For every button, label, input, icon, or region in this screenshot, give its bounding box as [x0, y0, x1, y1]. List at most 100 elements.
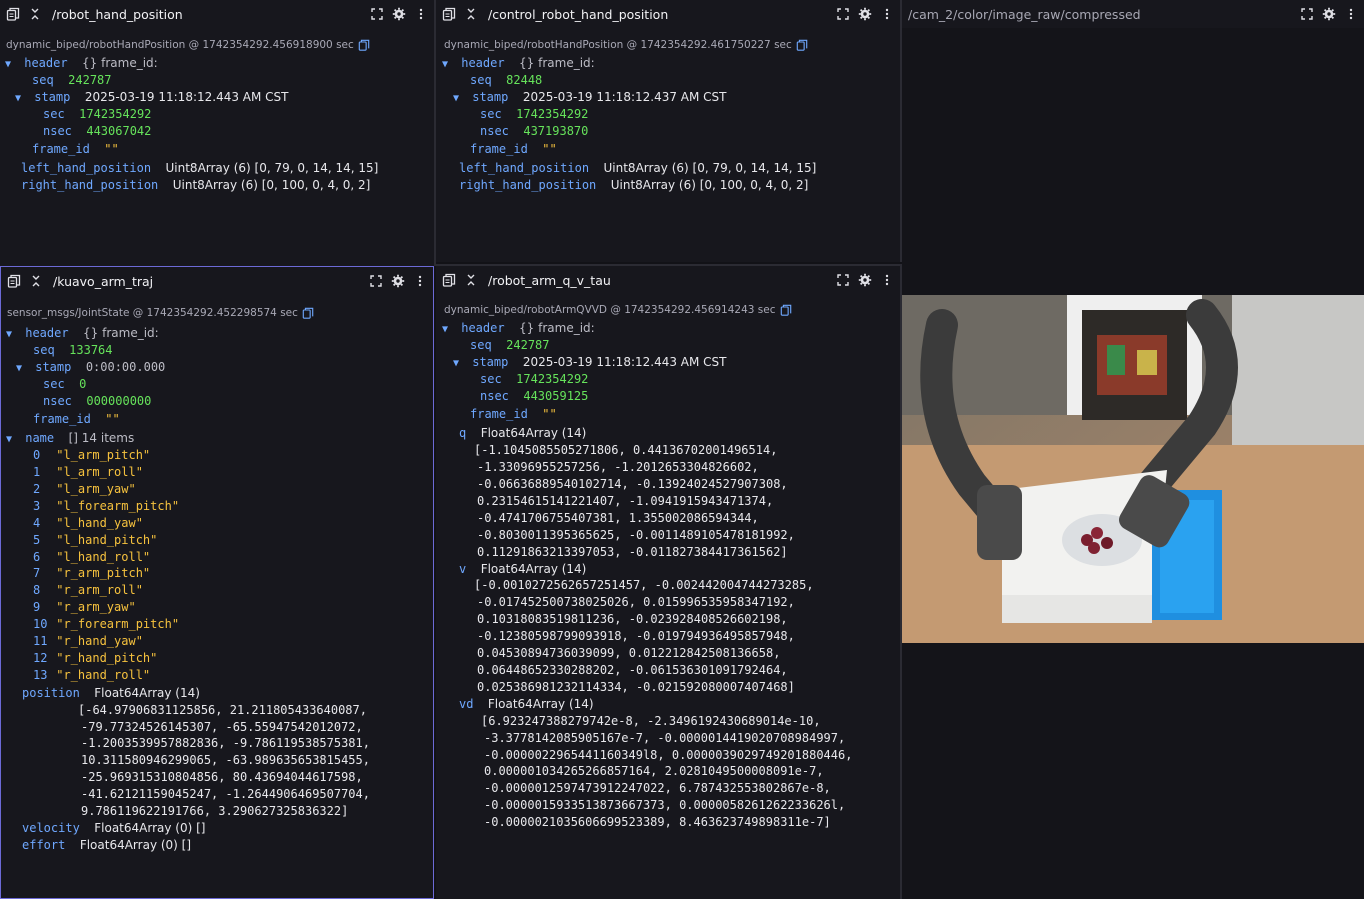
array-line: 0.23154615141221407, -1.0941915943471374… [477, 493, 774, 508]
fullscreen-icon[interactable] [836, 273, 850, 287]
field-v[interactable]: v [459, 562, 466, 576]
schema-timestamp: sensor_msgs/JointState @ 1742354292.4522… [7, 307, 298, 319]
field-seq[interactable]: seq [33, 343, 55, 357]
field-left-hand-position[interactable]: left_hand_position [21, 161, 151, 175]
q-type: Float64Array (14) [480, 426, 587, 441]
copy-icon[interactable] [302, 307, 314, 319]
array-line: -3.3778142085905167e-7, -0.0000014419020… [484, 730, 846, 745]
field-sec[interactable]: sec [43, 377, 65, 391]
frame-id-value: "" [105, 412, 120, 427]
field-effort[interactable]: effort [22, 838, 65, 852]
array-line: [-1.1045085505271806, 0.4413670200149651… [474, 443, 778, 458]
fullscreen-icon[interactable] [1300, 7, 1314, 21]
field-velocity[interactable]: velocity [22, 821, 80, 835]
more-icon[interactable] [414, 7, 428, 21]
fullscreen-icon[interactable] [836, 7, 850, 21]
field-vd[interactable]: vd [459, 697, 473, 711]
field-seq[interactable]: seq [32, 73, 54, 87]
gear-icon[interactable] [858, 273, 872, 287]
field-header[interactable]: header [461, 56, 504, 70]
gear-icon[interactable] [391, 274, 405, 288]
field-seq[interactable]: seq [470, 73, 492, 87]
field-sec[interactable]: sec [480, 107, 502, 121]
panel-toolbar: /cam_2/color/image_raw/compressed [902, 0, 1364, 28]
copy-icon[interactable] [7, 274, 21, 288]
list-index: 10 [33, 617, 48, 632]
panel-title[interactable]: /control_robot_hand_position [488, 7, 836, 22]
array-line: -25.969315310804856, 80.43694044617598, [81, 770, 363, 785]
fullscreen-icon[interactable] [369, 274, 383, 288]
v-array: [-0.0010272562657251457, -0.002442004744… [442, 577, 900, 695]
gear-icon[interactable] [1322, 7, 1336, 21]
list-value: "r_arm_yaw" [56, 600, 136, 615]
field-stamp[interactable]: stamp [472, 90, 508, 104]
stamp-value: 0:00:00.000 [85, 359, 166, 374]
panel-title[interactable]: /kuavo_arm_traj [53, 274, 369, 289]
panel-title[interactable]: /robot_arm_q_v_tau [488, 273, 836, 288]
header-hint: {} frame_id: [82, 56, 158, 70]
field-header[interactable]: header [24, 56, 67, 70]
field-nsec[interactable]: nsec [480, 124, 509, 138]
array-line: 0.10318083519811236, -0.0239284085266021… [477, 612, 788, 627]
header-hint: {} frame_id: [519, 321, 595, 335]
array-line: -0.06636889540102714, -0.139240245279073… [477, 477, 788, 492]
field-stamp[interactable]: stamp [34, 90, 70, 104]
field-left-hand-position[interactable]: left_hand_position [459, 161, 589, 175]
copy-icon[interactable] [796, 39, 808, 51]
gear-icon[interactable] [392, 7, 406, 21]
collapse-icon[interactable] [28, 7, 42, 21]
schema-timestamp: dynamic_biped/robotArmQVVD @ 1742354292.… [444, 304, 776, 316]
copy-icon[interactable] [780, 304, 792, 316]
expand-toggle-icon[interactable]: ▼ [6, 432, 18, 449]
list-item: 11 "r_hand_yaw" [33, 633, 433, 650]
more-icon[interactable] [413, 274, 427, 288]
collapse-icon[interactable] [464, 273, 478, 287]
field-nsec[interactable]: nsec [43, 124, 72, 138]
field-right-hand-position[interactable]: right_hand_position [21, 178, 158, 192]
copy-icon[interactable] [442, 7, 456, 21]
list-value: "r_hand_roll" [56, 667, 151, 682]
field-q[interactable]: q [459, 426, 466, 440]
list-value: "l_arm_pitch" [56, 448, 151, 463]
field-nsec[interactable]: nsec [43, 394, 72, 408]
array-line: 9.786119622191766, 3.290627325836322] [81, 804, 349, 819]
field-header[interactable]: header [461, 321, 504, 335]
copy-icon[interactable] [358, 39, 370, 51]
field-stamp[interactable]: stamp [35, 360, 71, 374]
panel-title[interactable]: /cam_2/color/image_raw/compressed [908, 7, 1300, 22]
field-position[interactable]: position [22, 686, 80, 700]
panel-title[interactable]: /robot_hand_position [52, 7, 370, 22]
list-value: "l_arm_roll" [56, 465, 143, 480]
more-icon[interactable] [880, 273, 894, 287]
list-index: 7 [33, 566, 41, 581]
panel-robot-arm-q-v-tau: /robot_arm_q_v_tau dynamic_biped/robotAr… [436, 264, 902, 899]
collapse-icon[interactable] [464, 7, 478, 21]
message-tree: ▼ header {} frame_id: seq 242787 ▼ stamp… [436, 320, 900, 831]
field-frame-id[interactable]: frame_id [33, 412, 91, 426]
list-item: 9 "r_arm_yaw" [33, 599, 433, 616]
field-frame-id[interactable]: frame_id [32, 142, 90, 156]
field-nsec[interactable]: nsec [480, 389, 509, 403]
list-item: 4 "l_hand_yaw" [33, 515, 433, 532]
field-stamp[interactable]: stamp [472, 355, 508, 369]
velocity-value: Float64Array (0) [] [94, 820, 206, 835]
collapse-icon[interactable] [29, 274, 43, 288]
more-icon[interactable] [1344, 7, 1358, 21]
message-tree: ▼ header {} frame_id: seq 133764 ▼ stamp… [1, 325, 433, 854]
more-icon[interactable] [880, 7, 894, 21]
field-right-hand-position[interactable]: right_hand_position [459, 178, 596, 192]
field-sec[interactable]: sec [43, 107, 65, 121]
field-sec[interactable]: sec [480, 372, 502, 386]
array-line: -0.12380598799093918, -0.019794936495857… [477, 629, 795, 644]
gear-icon[interactable] [858, 7, 872, 21]
field-seq[interactable]: seq [470, 338, 492, 352]
field-frame-id[interactable]: frame_id [470, 407, 528, 421]
list-item: 6 "l_hand_roll" [33, 549, 433, 566]
camera-image[interactable] [902, 295, 1364, 643]
copy-icon[interactable] [6, 7, 20, 21]
copy-icon[interactable] [442, 273, 456, 287]
field-header[interactable]: header [25, 326, 68, 340]
field-frame-id[interactable]: frame_id [470, 142, 528, 156]
field-name[interactable]: name [25, 431, 54, 445]
fullscreen-icon[interactable] [370, 7, 384, 21]
